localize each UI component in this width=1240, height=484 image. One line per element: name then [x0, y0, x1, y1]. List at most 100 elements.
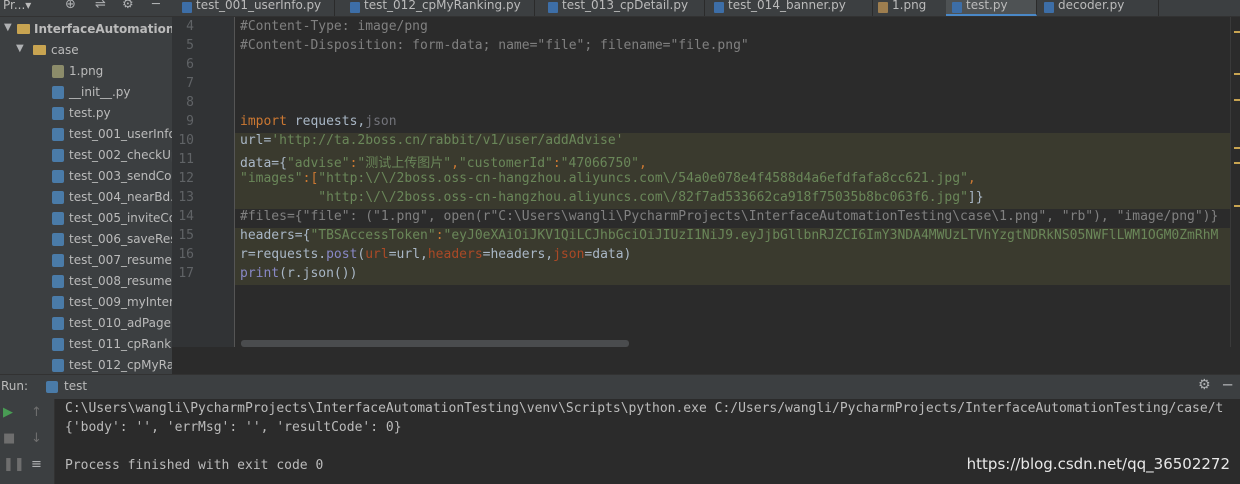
warning-marker[interactable] — [1234, 99, 1240, 101]
image-file-icon — [52, 65, 64, 78]
code-line: print(r.json()) — [240, 266, 358, 281]
warning-marker[interactable] — [1234, 31, 1240, 33]
run-panel-header: Run: test ⚙ ─ — [0, 374, 1240, 400]
line-number: 13 — [178, 190, 194, 205]
expand-arrow-icon[interactable]: ▼ — [16, 43, 24, 54]
code-line: "http:\/\/2boss.oss-cn-hangzhou.aliyuncs… — [318, 190, 984, 205]
python-file-icon — [52, 233, 64, 246]
line-number: 14 — [178, 209, 194, 224]
tree-item[interactable]: test_001_userInfo. — [0, 124, 172, 145]
tree-item[interactable]: test.py — [0, 103, 172, 124]
python-file-icon — [548, 2, 558, 13]
tree-root[interactable]: ▼ InterfaceAutomationTe — [0, 19, 172, 40]
tree-item[interactable]: test_003_sendCod — [0, 166, 172, 187]
image-file-icon — [878, 2, 888, 13]
tree-item[interactable]: __init__.py — [0, 82, 172, 103]
tab-test-py[interactable]: test.py — [946, 0, 1037, 16]
code-line: r=requests.post(url=url,headers=headers,… — [240, 247, 632, 262]
python-file-icon — [52, 170, 64, 183]
python-file-icon — [52, 191, 64, 204]
editor-bottom-area — [172, 347, 1240, 374]
python-file-icon — [952, 2, 962, 13]
tab-test-001-userinfo[interactable]: test_001_userInfo.py — [176, 0, 335, 16]
python-file-icon — [52, 254, 64, 267]
tab-test-013-cpdetail[interactable]: test_013_cpDetail.py — [542, 0, 705, 16]
run-tab-test[interactable]: test — [42, 375, 102, 399]
error-stripe[interactable] — [1230, 17, 1240, 347]
editor-tabs: test_001_userInfo.py test_012_cpMyRankin… — [172, 0, 1240, 17]
tab-test-012-cpmyranking[interactable]: test_012_cpMyRanking.py — [344, 0, 535, 16]
tree-item[interactable]: test_002_checkUp — [0, 145, 172, 166]
pause-icon[interactable]: ❚❚ — [3, 457, 25, 472]
warning-marker[interactable] — [1234, 162, 1240, 164]
code-line: url='http://ta.2boss.cn/rabbit/v1/user/a… — [240, 133, 624, 148]
console-line: C:\Users\wangli\PycharmProjects\Interfac… — [65, 401, 1224, 416]
line-number: 8 — [186, 95, 194, 110]
code-line: #files={"file": ("1.png", open(r"C:\User… — [240, 209, 1219, 224]
python-file-icon — [52, 338, 64, 351]
python-file-icon — [52, 86, 64, 99]
code-line: data={"advise":"测试上传图片","customerId":"47… — [240, 156, 647, 171]
console-line: Process finished with exit code 0 — [65, 458, 324, 473]
line-number: 7 — [186, 76, 194, 91]
line-number: 9 — [186, 114, 194, 129]
stop-icon[interactable]: ■ — [3, 431, 15, 446]
run-toolbar: ▶ ↑ ■ ↓ ❚❚ ≡ — [0, 399, 55, 484]
scroll-up-icon[interactable]: ↑ — [31, 405, 42, 420]
run-label: Run: — [1, 379, 29, 393]
split-icon[interactable]: ⇌ — [95, 0, 106, 12]
line-number: 12 — [178, 171, 194, 186]
collapse-icon[interactable]: ─ — [152, 0, 160, 12]
python-file-icon — [52, 275, 64, 288]
line-number: 5 — [186, 38, 194, 53]
project-view-selector[interactable]: Pr...▾ — [3, 0, 31, 12]
soft-wrap-icon[interactable]: ≡ — [31, 457, 42, 472]
tab-1-png[interactable]: 1.png — [872, 0, 947, 16]
tree-item[interactable]: test_008_resumeD — [0, 271, 172, 292]
expand-arrow-icon[interactable]: ▼ — [4, 22, 12, 33]
warning-marker[interactable] — [1234, 147, 1240, 149]
python-file-icon — [52, 149, 64, 162]
warning-marker[interactable] — [1234, 73, 1240, 75]
tab-test-014-banner[interactable]: test_014_banner.py — [708, 0, 873, 16]
tree-item[interactable]: test_007_resumeD — [0, 250, 172, 271]
minimize-icon[interactable]: ─ — [1223, 376, 1232, 394]
warning-marker[interactable] — [1234, 205, 1240, 207]
horizontal-scrollbar[interactable] — [241, 340, 629, 347]
folder-icon — [33, 45, 46, 55]
scroll-down-icon[interactable]: ↓ — [31, 431, 42, 446]
code-line: "images":["http:\/\/2boss.oss-cn-hangzho… — [240, 171, 976, 186]
highlighted-line — [235, 266, 1230, 285]
line-number: 6 — [186, 57, 194, 72]
line-number: 15 — [178, 228, 194, 243]
gear-icon[interactable]: ⚙ — [1198, 377, 1211, 393]
python-file-icon — [52, 128, 64, 141]
python-file-icon — [46, 381, 58, 393]
python-file-icon — [52, 359, 64, 372]
line-number: 17 — [178, 266, 194, 281]
tree-item[interactable]: test_005_inviteCo — [0, 208, 172, 229]
code-line: #Content-Disposition: form-data; name="f… — [240, 38, 749, 53]
rerun-icon[interactable]: ▶ — [3, 405, 13, 420]
tree-item[interactable]: test_010_adPage.p — [0, 313, 172, 334]
globe-icon[interactable]: ⊕ — [65, 0, 76, 12]
tree-item[interactable]: test_004_nearBd.p — [0, 187, 172, 208]
tree-folder-case[interactable]: ▼ case — [0, 40, 172, 61]
tree-item[interactable]: test_009_myInterv — [0, 292, 172, 313]
console-line: {'body': '', 'errMsg': '', 'resultCode':… — [65, 420, 402, 435]
line-number: 11 — [178, 152, 194, 167]
code-line: headers={"TBSAccessToken":"eyJ0eXAiOiJKV… — [240, 228, 1219, 243]
python-file-icon — [52, 107, 64, 120]
tree-item[interactable]: test_012_cpMyRan — [0, 355, 172, 374]
tree-item[interactable]: test_011_cpRankin — [0, 334, 172, 355]
python-file-icon — [52, 317, 64, 330]
tree-item[interactable]: test_006_saveResu — [0, 229, 172, 250]
line-number: 10 — [178, 133, 194, 148]
folder-icon — [17, 24, 30, 34]
python-file-icon — [714, 2, 724, 13]
gear-icon[interactable]: ⚙ — [122, 0, 134, 12]
line-number: 16 — [178, 247, 194, 262]
tree-item[interactable]: 1.png — [0, 61, 172, 82]
tab-decoder-py[interactable]: decoder.py — [1038, 0, 1159, 16]
python-file-icon — [182, 2, 192, 13]
